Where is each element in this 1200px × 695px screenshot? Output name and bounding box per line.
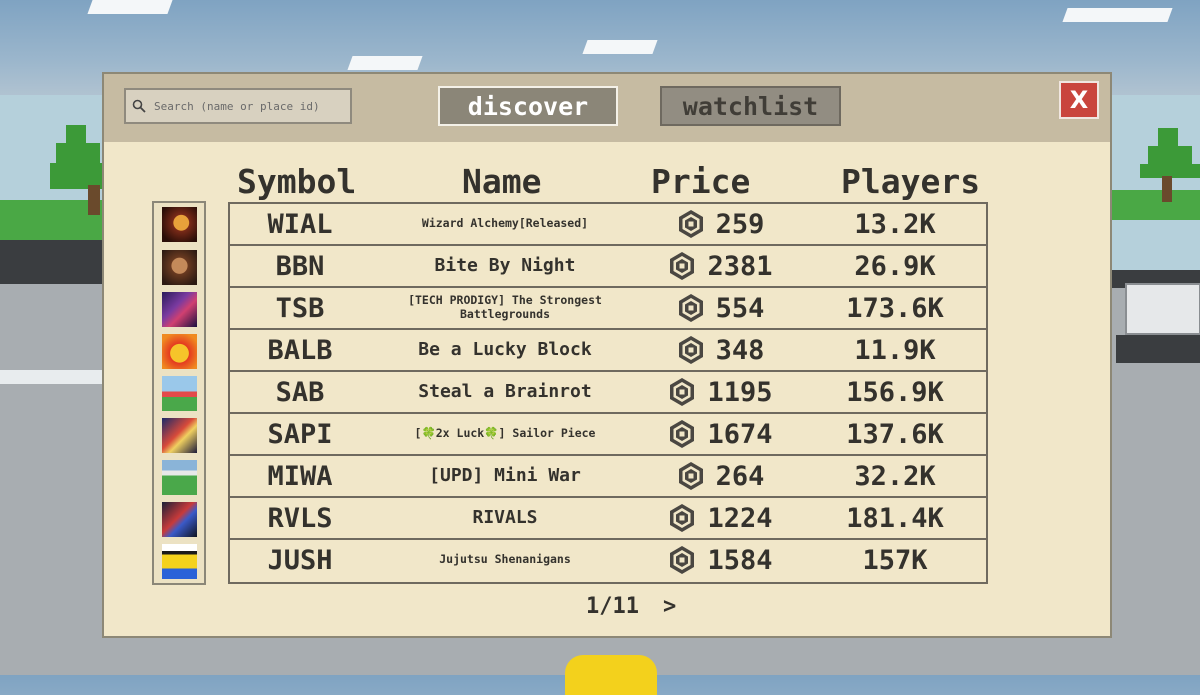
search-icon [132,99,146,113]
row-price-value: 554 [715,292,765,324]
panel-header: discover watchlist X [104,74,1110,142]
background-desk [0,240,104,284]
row-players: 173.6K [846,292,944,324]
row-price: 348 [640,330,800,370]
column-header-players: Players [841,162,981,201]
row-symbol: BALB [267,334,333,366]
row-price: 264 [640,456,800,496]
tab-discover[interactable]: discover [438,86,618,126]
row-symbol: SAB [275,376,325,408]
row-name: [UPD] Mini War [429,465,581,487]
row-price-value: 2381 [707,250,773,282]
ceiling-light [1062,8,1173,22]
game-thumbnail[interactable] [162,418,197,453]
ceiling-light [582,40,658,54]
row-name: Wizard Alchemy[Released] [421,216,589,231]
row-players: 181.4K [846,502,944,534]
row-price: 1195 [640,372,800,412]
row-price-value: 1195 [707,376,773,408]
table-row[interactable]: BBN Bite By Night 2381 26.9K [230,246,986,288]
ceiling-light [347,56,423,70]
robux-icon [670,546,695,574]
table-row[interactable]: WIAL Wizard Alchemy[Released] 259 13.2K [230,204,986,246]
table-row[interactable]: JUSH Jujutsu Shenanigans 1584 157K [230,540,986,582]
row-symbol: RVLS [267,502,333,534]
column-header-name: Name [462,162,542,201]
robux-icon [678,336,703,364]
row-price: 1584 [640,540,800,580]
game-thumbnail[interactable] [162,250,197,285]
pagination: 1/11 > [586,594,676,619]
row-price: 259 [640,204,800,244]
stock-market-panel: discover watchlist X Symbol Name Price P… [102,72,1112,638]
row-price: 1224 [640,498,800,538]
table-row[interactable]: SAPI [🍀2x Luck🍀] Sailor Piece 1674 137.6K [230,414,986,456]
table-row[interactable]: MIWA [UPD] Mini War 264 32.2K [230,456,986,498]
game-thumbnail[interactable] [162,460,197,495]
row-name: Bite By Night [434,255,576,277]
row-symbol: JUSH [267,544,333,576]
table-row[interactable]: RVLS RIVALS 1224 181.4K [230,498,986,540]
game-thumbnail[interactable] [162,334,197,369]
next-page-button[interactable]: > [663,594,676,619]
row-name: Steal a Brainrot [418,381,592,403]
close-button[interactable]: X [1059,81,1099,119]
row-players: 11.9K [854,334,936,366]
row-price-value: 1584 [707,544,773,576]
row-price-value: 259 [715,208,765,240]
game-thumbnail[interactable] [162,376,197,411]
row-name: Be a Lucky Block [418,339,592,361]
row-price: 1674 [640,414,800,454]
game-thumbnail[interactable] [162,292,197,327]
row-price-value: 1674 [707,418,773,450]
game-thumbnail[interactable] [162,207,197,242]
robux-icon [670,420,695,448]
row-price-value: 1224 [707,502,773,534]
robux-icon [678,462,703,490]
row-name: Jujutsu Shenanigans [439,552,571,567]
row-name: [TECH PRODIGY] The Strongest Battlegroun… [408,293,602,321]
row-symbol: SAPI [267,418,333,450]
table-row[interactable]: BALB Be a Lucky Block 348 11.9K [230,330,986,372]
thumbnail-column [152,201,206,585]
row-players: 156.9K [846,376,944,408]
game-thumbnail[interactable] [162,544,197,579]
row-symbol: BBN [275,250,325,282]
search-box[interactable] [124,88,352,124]
background-monitor [1125,283,1200,335]
row-name: RIVALS [472,507,538,529]
row-price-value: 264 [715,460,765,492]
games-table: WIAL Wizard Alchemy[Released] 259 13.2K BBN B… [228,202,988,584]
row-players: 137.6K [846,418,944,450]
row-name: [🍀2x Luck🍀] Sailor Piece [414,426,596,441]
ceiling-light [87,0,173,14]
row-symbol: TSB [275,292,325,324]
background-desk [0,370,102,384]
robux-icon [670,378,695,406]
row-price: 2381 [640,246,800,286]
row-symbol: WIAL [267,208,333,240]
column-header-symbol: Symbol [237,162,357,201]
table-row[interactable]: SAB Steal a Brainrot 1195 156.9K [230,372,986,414]
row-price: 554 [640,288,800,328]
row-players: 157K [862,544,928,576]
table-row[interactable]: TSB [TECH PRODIGY] The Strongest Battlegr… [230,288,986,330]
tab-watchlist[interactable]: watchlist [660,86,841,126]
row-players: 13.2K [854,208,936,240]
row-players: 32.2K [854,460,936,492]
robux-icon [670,504,695,532]
game-thumbnail[interactable] [162,502,197,537]
robux-icon [678,210,703,238]
background-desk [1116,335,1200,363]
page-indicator: 1/11 [586,594,639,619]
avatar-head [565,655,657,695]
column-header-price: Price [651,162,751,201]
search-input[interactable] [152,98,346,114]
row-symbol: MIWA [267,460,333,492]
row-players: 26.9K [854,250,936,282]
robux-icon [670,252,695,280]
robux-icon [678,294,703,322]
background-grass [1112,190,1200,220]
row-price-value: 348 [715,334,765,366]
